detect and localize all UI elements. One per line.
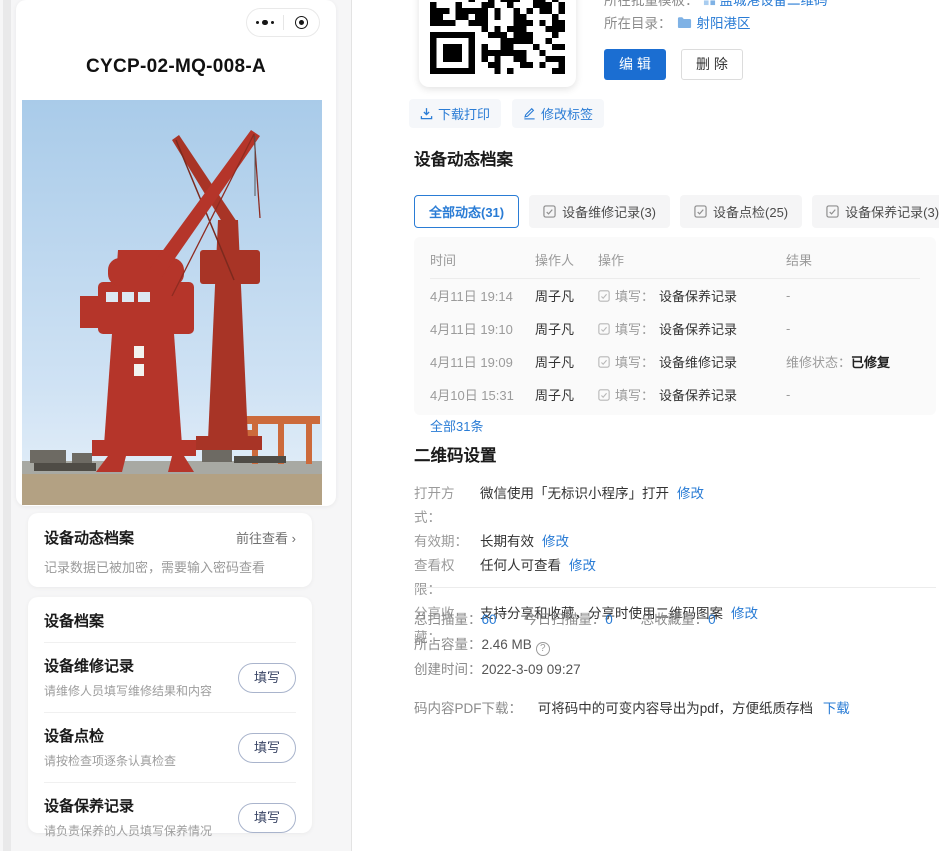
- storage-row: 所占容量：2.46 MB?: [414, 632, 936, 657]
- all-records-link[interactable]: 全部31条: [430, 416, 483, 435]
- records-table-block: 时间 操作人 操作 结果 4月11日 19:14周子凡填写：设备保养记录-4月1…: [414, 237, 936, 415]
- setting-view-permission: 查看权限： 任何人可查看 修改: [414, 554, 936, 602]
- storage-value: 2.46 MB: [482, 637, 532, 652]
- list-item-repair: 设备维修记录 请维修人员填写维修结果和内容 填写: [44, 643, 296, 713]
- records-tabs: 全部动态(31) 设备维修记录(3) 设备点检(25): [414, 195, 936, 228]
- fill-button[interactable]: 填写: [238, 733, 296, 763]
- form-icon: [598, 323, 610, 335]
- preview-top-card: CYCP-02-MQ-008-A: [16, 0, 336, 506]
- stats-section: 总扫描量：60 今日扫描量：0 总收藏量：0 所占容量：2.46 MB? 创建时…: [414, 607, 936, 682]
- row-action: 填写：设备保养记录: [598, 286, 786, 305]
- edit-label-button[interactable]: 修改标签: [512, 99, 604, 128]
- list-item-inspection: 设备点检 请按检查项逐条认真检查 填写: [44, 713, 296, 783]
- tab-all-records[interactable]: 全部动态(31): [414, 195, 519, 228]
- template-icon: [703, 0, 716, 6]
- dynamic-archive-title: 设备动态档案: [44, 527, 134, 548]
- row-operator: 周子凡: [535, 312, 598, 345]
- pdf-download-row: 码内容PDF下载： 可将码中的可变内容导出为pdf，方便纸质存档 下载: [414, 697, 850, 717]
- phone-preview-panel: CYCP-02-MQ-008-A: [0, 0, 352, 851]
- records-table: 时间 操作人 操作 结果 4月11日 19:14周子凡填写：设备保养记录-4月1…: [430, 239, 920, 411]
- scan-stats-row: 总扫描量：60 今日扫描量：0 总收藏量：0: [414, 607, 936, 632]
- tab-repair-records[interactable]: 设备维修记录(3): [529, 195, 670, 228]
- setting-open-mode: 打开方式： 微信使用「无标识小程序」打开 修改: [414, 482, 936, 530]
- table-row: 4月11日 19:14周子凡填写：设备保养记录-: [430, 279, 920, 313]
- row-operator: 周子凡: [535, 345, 598, 378]
- list-item-maintenance: 设备保养记录 请负责保养的人员填写保养情况 填写: [44, 783, 296, 851]
- tab-inspection-records[interactable]: 设备点检(25): [680, 195, 802, 228]
- dynamic-archive-card: 设备动态档案 前往查看 › 记录数据已被加密，需要输入密码查看: [28, 513, 312, 587]
- qr-settings-heading: 二维码设置: [414, 442, 936, 466]
- form-icon: [694, 205, 707, 218]
- form-icon: [598, 356, 610, 368]
- directory-link[interactable]: 射阳港区: [697, 12, 751, 32]
- form-icon: [598, 389, 610, 401]
- modify-link[interactable]: 修改: [542, 530, 569, 554]
- fill-button[interactable]: 填写: [238, 663, 296, 693]
- modify-link[interactable]: 修改: [677, 482, 704, 530]
- records-heading: 设备动态档案: [414, 146, 936, 170]
- detail-panel: 所在批量模板： 盐城港设备二维码 所在目录： 射阳港区 编 辑 删 除 下载打印…: [353, 0, 939, 851]
- help-icon[interactable]: ?: [536, 642, 550, 656]
- device-archive-title: 设备档案: [44, 597, 296, 643]
- pencil-icon: [523, 107, 536, 120]
- section-divider: [414, 587, 936, 588]
- modify-link[interactable]: 修改: [569, 554, 596, 602]
- tab-maintenance-records[interactable]: 设备保养记录(3): [812, 195, 939, 228]
- device-code-title: CYCP-02-MQ-008-A: [16, 56, 336, 78]
- delete-button[interactable]: 删 除: [681, 49, 743, 80]
- fill-button[interactable]: 填写: [238, 803, 296, 833]
- dynamic-records-section: 设备动态档案 全部动态(31) 设备维修记录(3) 设备点检(25): [414, 146, 936, 415]
- scan-today-value: 0: [605, 612, 613, 627]
- created-row: 创建时间：2022-3-09 09:27: [414, 657, 936, 682]
- form-icon: [543, 205, 556, 218]
- row-result: -: [786, 279, 920, 313]
- encrypted-hint-text: 记录数据已被加密，需要输入密码查看: [44, 557, 296, 576]
- form-icon: [826, 205, 839, 218]
- directory-row: 所在目录： 射阳港区: [604, 12, 751, 32]
- favorite-total-value: 0: [708, 612, 716, 627]
- scan-total-value: 60: [482, 612, 497, 627]
- scrollbar-track[interactable]: [3, 0, 11, 851]
- row-result: 维修状态：已修复: [786, 345, 920, 378]
- qr-action-buttons: 编 辑 删 除: [604, 49, 743, 80]
- table-row: 4月11日 19:10周子凡填写：设备保养记录-: [430, 312, 920, 345]
- setting-validity: 有效期： 长期有效 修改: [414, 530, 936, 554]
- row-time: 4月11日 19:14: [430, 279, 535, 313]
- qr-code-card: [419, 0, 576, 87]
- batch-template-link[interactable]: 盐城港设备二维码: [720, 0, 828, 9]
- close-target-icon[interactable]: [284, 16, 320, 29]
- miniprogram-capsule[interactable]: [246, 8, 320, 37]
- folder-icon: [677, 16, 692, 29]
- row-time: 4月11日 19:09: [430, 345, 535, 378]
- row-time: 4月10日 15:31: [430, 378, 535, 411]
- row-time: 4月11日 19:10: [430, 312, 535, 345]
- chevron-right-icon: ›: [292, 531, 296, 546]
- row-action: 填写：设备保养记录: [598, 385, 786, 404]
- row-operator: 周子凡: [535, 279, 598, 313]
- device-archive-card: 设备档案 设备维修记录 请维修人员填写维修结果和内容 填写 设备点检 请按检查项…: [28, 597, 312, 833]
- more-icon[interactable]: [247, 20, 283, 26]
- table-row: 4月10日 15:31周子凡填写：设备保养记录-: [430, 378, 920, 411]
- pdf-download-link[interactable]: 下载: [823, 701, 850, 716]
- port-crane-illustration: [22, 100, 322, 505]
- batch-template-row: 所在批量模板： 盐城港设备二维码: [604, 0, 828, 9]
- device-photo: [22, 100, 322, 505]
- edit-button[interactable]: 编 辑: [604, 49, 666, 80]
- qr-code-image: [430, 0, 565, 74]
- row-operator: 周子凡: [535, 378, 598, 411]
- go-view-link[interactable]: 前往查看 ›: [236, 528, 296, 547]
- row-result: -: [786, 312, 920, 345]
- table-row: 4月11日 19:09周子凡填写：设备维修记录维修状态：已修复: [430, 345, 920, 378]
- qr-secondary-actions: 下载打印 修改标签: [409, 99, 604, 128]
- download-print-button[interactable]: 下载打印: [409, 99, 501, 128]
- row-result: -: [786, 378, 920, 411]
- row-action: 填写：设备保养记录: [598, 319, 786, 338]
- download-icon: [420, 107, 433, 120]
- row-action: 填写：设备维修记录: [598, 352, 786, 371]
- form-icon: [598, 290, 610, 302]
- created-time-value: 2022-3-09 09:27: [482, 662, 581, 677]
